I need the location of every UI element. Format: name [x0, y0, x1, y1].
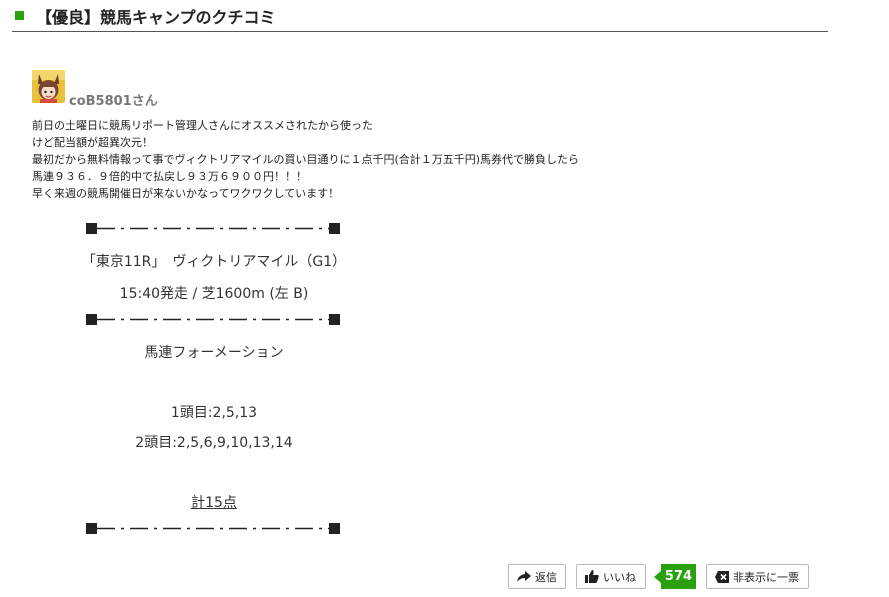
reply-label: 返信 [535, 570, 557, 584]
reply-arrow-icon [517, 570, 531, 582]
hide-vote-button[interactable]: 非表示に一票 [706, 564, 809, 589]
section-title: 【優良】競馬キャンプのクチコミ [36, 8, 276, 27]
review-body: 前日の土曜日に競馬リポート管理人さんにオススメされたから使った けど配当額が超異… [32, 117, 579, 202]
decorative-divider [86, 314, 340, 325]
total-wrap: 計15点 [0, 492, 428, 512]
review-line: けど配当額が超異次元！ [32, 136, 153, 149]
hide-vote-label: 非表示に一票 [733, 570, 799, 584]
reply-button[interactable]: 返信 [508, 564, 566, 589]
race-detail: 15:40発走 / 芝1600m (左 B) [119, 286, 309, 302]
like-count-pointer [654, 571, 661, 583]
thumbs-up-icon [585, 570, 599, 583]
decorative-divider [86, 523, 340, 534]
header-bullet-icon [15, 11, 24, 20]
second-leg: 2頭目:2,5,6,9,10,13,14 [135, 435, 293, 451]
like-button[interactable]: いいね [576, 564, 646, 589]
username[interactable]: coB5801さん [69, 90, 158, 109]
total-points: 計15点 [191, 495, 237, 511]
first-leg: 1頭目:2,5,13 [170, 405, 258, 421]
review-line: 最初だから無料情報って事でヴィクトリアマイルの買い目通りに１点千円(合計１万五千… [32, 153, 580, 166]
decorative-divider [86, 223, 340, 234]
bet-type: 馬連フォーメーション [144, 345, 284, 361]
avatar-character-icon [32, 70, 65, 103]
like-label: いいね [603, 570, 636, 584]
avatar[interactable] [32, 70, 65, 103]
race-name: 「東京11R」 ヴィクトリアマイル（G1） [81, 254, 347, 270]
hide-x-icon [715, 570, 729, 583]
like-count: 574 [661, 564, 696, 589]
review-line: 馬連９３６．９倍的中で払戻し９３万６９００円！！！ [32, 170, 307, 183]
review-line: 早く来週の競馬開催日が来ないかなってワクワクしています！ [32, 187, 340, 200]
review-line: 前日の土曜日に競馬リポート管理人さんにオススメされたから使った [32, 119, 373, 132]
section-header: 【優良】競馬キャンプのクチコミ [12, 0, 828, 32]
